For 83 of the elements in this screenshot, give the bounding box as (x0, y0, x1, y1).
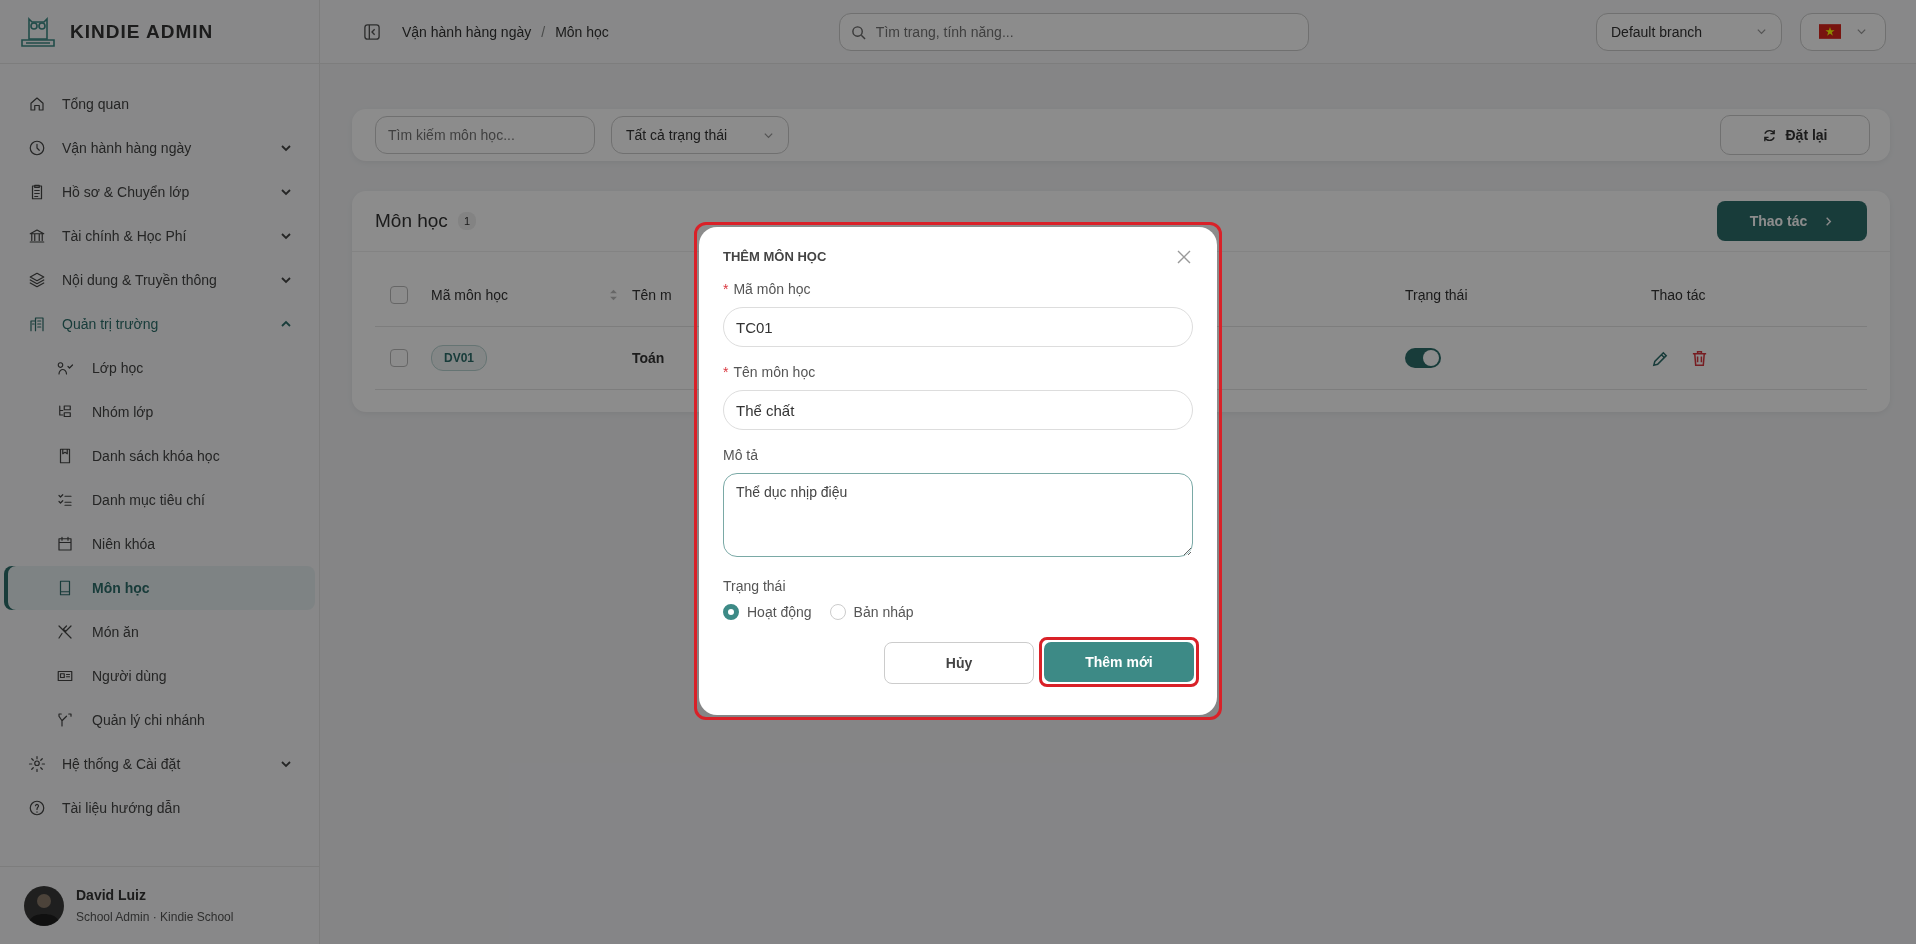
checkbox[interactable] (390, 286, 408, 304)
sidebar-item[interactable]: Nội dung & Truyền thông (0, 258, 319, 302)
nav-icon (56, 535, 74, 553)
chevron-icon (280, 142, 292, 154)
column-header: Thao tác (1651, 287, 1707, 303)
nav-icon (28, 227, 46, 245)
field-label: Tên môn học (733, 364, 816, 380)
close-icon[interactable] (1177, 249, 1191, 264)
search-field[interactable]: Tìm kiếm môn học... (375, 116, 595, 154)
dialog-title: THÊM MÔN HỌC (723, 249, 827, 264)
nav-icon (28, 139, 46, 157)
sidebar-item[interactable]: Quản trị trường (0, 302, 319, 346)
caret-icon (1756, 26, 1767, 37)
radio-option[interactable]: Hoạt động (723, 604, 812, 620)
checkbox[interactable] (390, 349, 408, 367)
refresh-icon (1762, 127, 1778, 143)
reset-button[interactable]: Đặt lại (1720, 115, 1870, 155)
status-select[interactable]: Tất cả trạng thái (611, 116, 789, 154)
chevron-icon (280, 758, 292, 770)
code-tag: DV01 (431, 345, 488, 371)
sidebar-item[interactable]: Hồ sơ & Chuyển lớp (0, 170, 319, 214)
nav-icon (28, 755, 46, 773)
breadcrumb-item[interactable]: Vận hành hàng ngày (402, 23, 532, 40)
breadcrumb-separator: / (541, 23, 546, 40)
radio-option[interactable]: Bản nháp (829, 604, 914, 620)
owl-logo-icon (20, 15, 56, 48)
avatar (24, 885, 64, 926)
field-label: Mô tả (723, 447, 758, 463)
sidebar-item[interactable]: Tổng quan (0, 82, 319, 126)
field-label: Trạng thái (723, 578, 787, 594)
column-header: Trạng thái (1405, 287, 1469, 303)
count-badge: 1 (457, 212, 476, 230)
search-icon (850, 24, 866, 40)
breadcrumb-item: Môn học (555, 23, 609, 40)
branch-select[interactable]: Default branch (1596, 12, 1782, 51)
sidebar-subitem[interactable]: Danh sách khóa học (4, 434, 315, 478)
sort-icon[interactable] (609, 289, 618, 301)
language-select[interactable] (1800, 12, 1886, 51)
sidebar-subitem[interactable]: Lớp học (4, 346, 315, 390)
sidebar-subitem[interactable]: Nhóm lớp (4, 390, 315, 434)
chevron-icon (280, 186, 292, 198)
sidebar-item[interactable]: Tài liệu hướng dẫn (0, 786, 319, 830)
sidebar-subitem[interactable]: Quản lý chi nhánh (4, 698, 315, 742)
chevron-icon (280, 274, 292, 286)
nav-icon (56, 623, 74, 641)
description-field[interactable]: Thể dục nhịp điệu (723, 473, 1193, 557)
sidebar-subitem[interactable]: Niên khóa (4, 522, 315, 566)
table-cell-text: Toán (632, 350, 666, 366)
nav-icon (56, 359, 74, 377)
caret-icon (1856, 26, 1868, 37)
input-field[interactable]: TC01 (723, 307, 1193, 347)
sidebar-item[interactable]: Tài chính & Học Phí (0, 214, 319, 258)
sidebar-subitem[interactable]: Người dùng (4, 654, 315, 698)
nav-icon (56, 711, 74, 729)
status-toggle[interactable] (1405, 347, 1441, 368)
nav-icon (28, 271, 46, 289)
flag-icon (1818, 24, 1841, 39)
field-label: Mã môn học (733, 281, 811, 297)
sidebar-item[interactable]: Vận hành hàng ngày (0, 126, 319, 170)
sidebar-subitem[interactable]: Môn học (4, 566, 315, 610)
input-field[interactable]: Thể chất (723, 390, 1193, 430)
brand-name: KINDIE ADMIN (70, 20, 214, 43)
required-mark: * (723, 281, 729, 297)
required-mark: * (723, 364, 729, 380)
user-role: School Admin · Kindie School (76, 910, 234, 924)
chevron-icon (280, 230, 292, 242)
sidebar-subitem[interactable]: Món ăn (4, 610, 315, 654)
table-title: Môn học (375, 210, 448, 232)
submit-button[interactable]: Thêm mới (1044, 642, 1194, 682)
sidebar-item[interactable]: Hệ thống & Cài đặt (0, 742, 319, 786)
delete-icon[interactable] (1690, 348, 1709, 368)
sidebar-subitem[interactable]: Danh mục tiêu chí (4, 478, 315, 522)
nav-icon (28, 95, 46, 113)
sidebar-toggle-icon[interactable] (364, 23, 380, 40)
column-header: Tên m (632, 287, 672, 303)
column-header: Mã môn học (431, 287, 510, 303)
user-name: David Luiz (76, 887, 147, 903)
search-field[interactable]: Tìm trang, tính năng... (838, 12, 1309, 51)
cancel-button[interactable]: Hủy (884, 642, 1034, 684)
nav-icon (56, 491, 74, 509)
nav-icon (28, 799, 46, 817)
actions-button[interactable]: Thao tác (1717, 201, 1867, 241)
nav-icon (28, 315, 46, 333)
